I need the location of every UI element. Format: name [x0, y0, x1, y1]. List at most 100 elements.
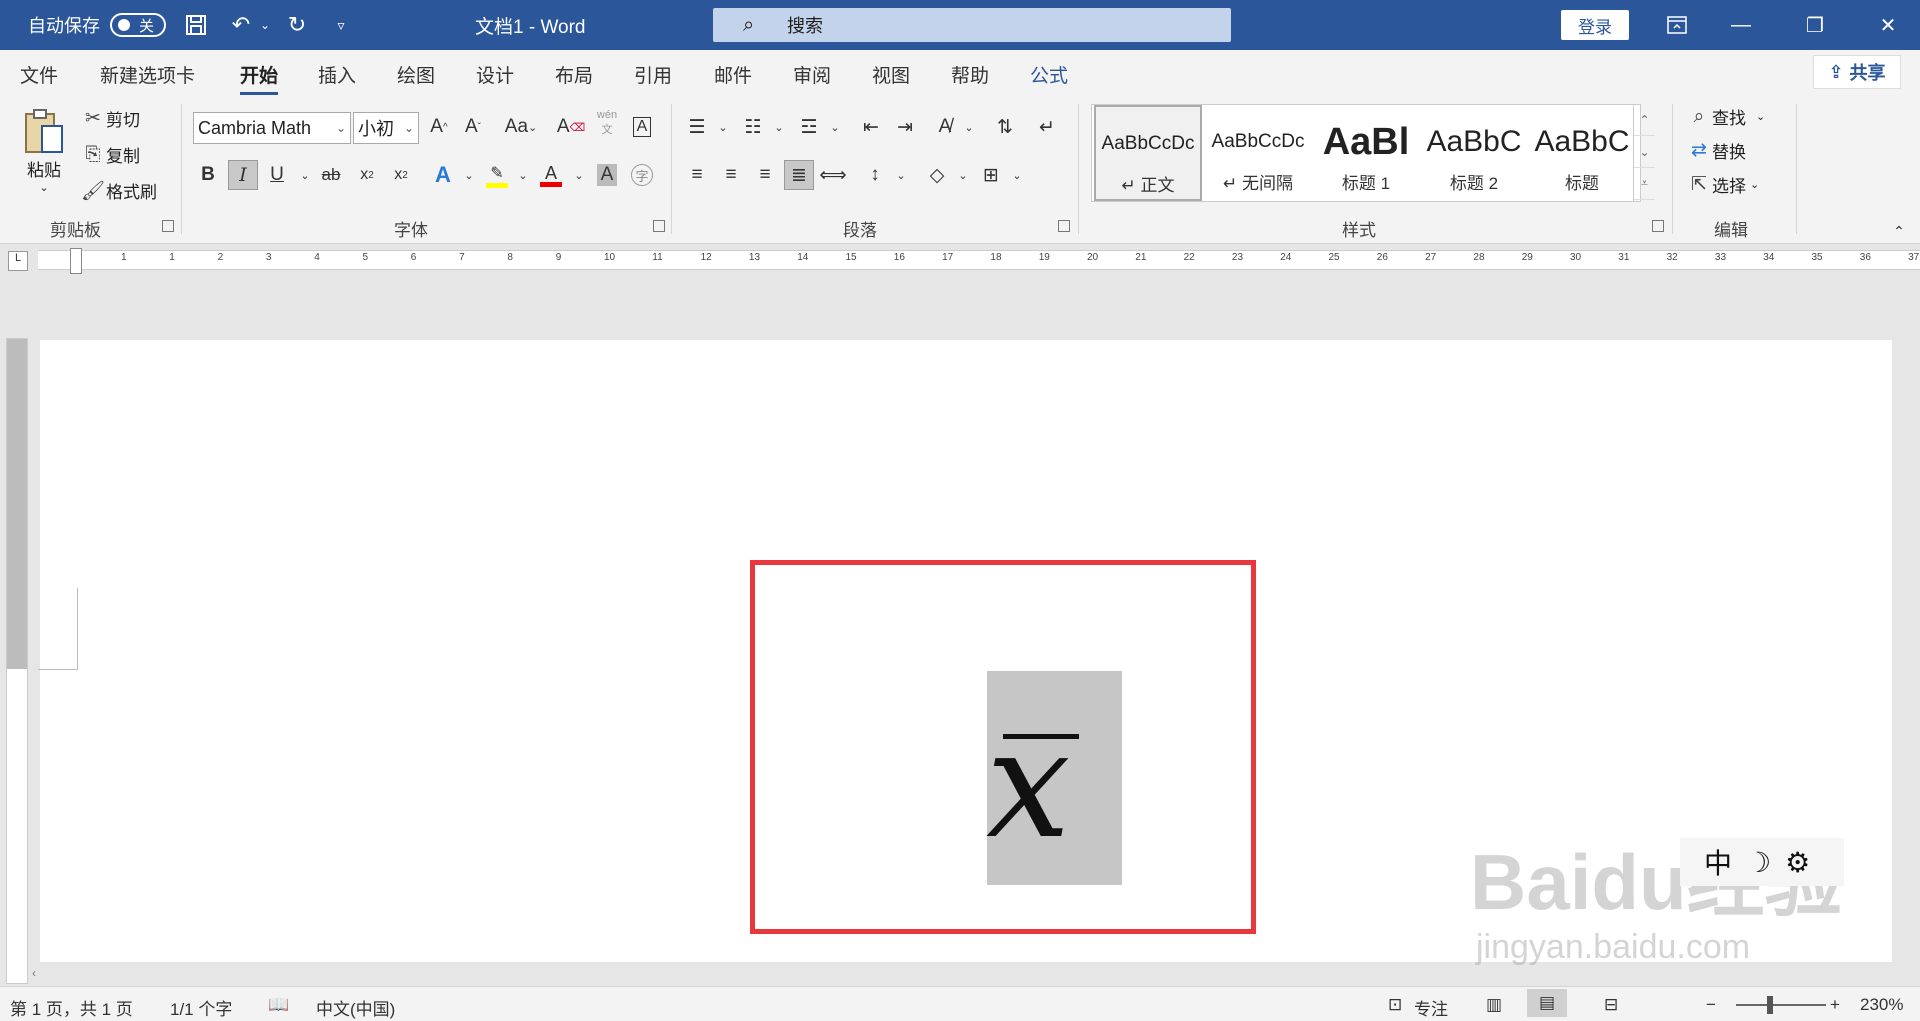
- tab-file[interactable]: 文件: [20, 61, 58, 88]
- tab-references[interactable]: 引用: [634, 61, 672, 88]
- tab-new-tab[interactable]: 新建选项卡: [100, 61, 195, 88]
- web-layout-icon[interactable]: ⊟: [1604, 995, 1618, 1015]
- multilevel-list-dropdown-icon[interactable]: ⌄: [820, 112, 850, 142]
- ribbon-display-options-icon[interactable]: [1647, 0, 1707, 50]
- sort-icon[interactable]: ⇅: [990, 112, 1020, 142]
- shading-dropdown-icon[interactable]: ⌄: [948, 160, 978, 190]
- character-shading-icon[interactable]: A: [592, 160, 622, 190]
- zoom-out-icon[interactable]: −: [1706, 995, 1716, 1015]
- focus-icon[interactable]: ⊡: [1388, 995, 1402, 1015]
- ime-mode[interactable]: 中: [1704, 842, 1732, 882]
- indent-marker-icon[interactable]: [70, 248, 82, 274]
- undo-dropdown-icon[interactable]: ⌄: [250, 10, 280, 40]
- format-painter-button[interactable]: 🖌 格式刷: [80, 178, 157, 203]
- italic-icon[interactable]: I: [228, 160, 258, 190]
- font-size-combo[interactable]: 小初 ⌄: [353, 112, 419, 144]
- search-input[interactable]: ⌕ 搜索: [713, 8, 1231, 42]
- save-icon[interactable]: [181, 10, 211, 40]
- autosave-toggle[interactable]: 关: [110, 13, 166, 37]
- distributed-icon[interactable]: ⟺: [818, 160, 848, 190]
- align-right-icon[interactable]: ≡: [750, 160, 780, 190]
- horizontal-scrollbar[interactable]: ‹: [28, 966, 1896, 984]
- chevron-up-icon[interactable]: ⌃: [1634, 104, 1655, 136]
- tab-design[interactable]: 设计: [476, 61, 514, 88]
- select-button[interactable]: ⇱ 选择 ⌄: [1686, 172, 1759, 197]
- word-count[interactable]: 1/1 个字: [170, 995, 232, 1020]
- style-heading-1[interactable]: AaBl 标题 1: [1312, 105, 1420, 201]
- style-normal[interactable]: AaBbCcDc ↵ 正文: [1094, 105, 1202, 201]
- font-color-icon[interactable]: A: [536, 160, 566, 190]
- numbering-dropdown-icon[interactable]: ⌄: [764, 112, 794, 142]
- language-indicator[interactable]: 中文(中国): [316, 995, 395, 1020]
- replace-button[interactable]: ⇄ 替换: [1686, 138, 1746, 163]
- tab-equation[interactable]: 公式: [1030, 61, 1068, 88]
- decrease-indent-icon[interactable]: ⇤: [856, 112, 886, 142]
- subscript-icon[interactable]: x2: [352, 160, 382, 190]
- bullets-dropdown-icon[interactable]: ⌄: [708, 112, 738, 142]
- style-no-spacing[interactable]: AaBbCcDc ↵ 无间隔: [1204, 105, 1312, 201]
- strikethrough-icon[interactable]: ab: [316, 160, 346, 190]
- close-icon[interactable]: ✕: [1858, 0, 1918, 50]
- align-center-icon[interactable]: ≡: [716, 160, 746, 190]
- focus-label[interactable]: 专注: [1414, 995, 1448, 1020]
- paste-button[interactable]: 粘贴 ⌄: [20, 106, 68, 194]
- minimize-icon[interactable]: —: [1711, 0, 1771, 50]
- tab-review[interactable]: 审阅: [793, 61, 831, 88]
- paragraph-launcher-icon[interactable]: [1058, 220, 1070, 232]
- tab-selector-icon[interactable]: L: [8, 251, 28, 271]
- grow-font-icon[interactable]: A ^: [424, 112, 454, 142]
- justify-icon[interactable]: ≣: [784, 160, 814, 190]
- read-mode-icon[interactable]: ▥: [1486, 995, 1502, 1015]
- underline-icon[interactable]: U: [262, 160, 292, 190]
- asian-layout-dropdown-icon[interactable]: ⌄: [954, 112, 984, 142]
- find-button[interactable]: ⌕ 查找 ⌄: [1686, 104, 1766, 129]
- zoom-slider-thumb[interactable]: [1767, 996, 1773, 1014]
- enclose-characters-icon[interactable]: 字: [627, 160, 657, 190]
- phonetic-guide-icon[interactable]: wén 文: [592, 108, 622, 138]
- gear-icon[interactable]: ⚙: [1785, 846, 1810, 879]
- tab-help[interactable]: 帮助: [951, 61, 989, 88]
- font-launcher-icon[interactable]: [653, 220, 665, 232]
- text-effects-dropdown-icon[interactable]: ⌄: [454, 160, 484, 190]
- zoom-slider[interactable]: [1736, 1004, 1826, 1006]
- restore-icon[interactable]: ❐: [1785, 0, 1845, 50]
- page-count[interactable]: 第 1 页，共 1 页: [10, 995, 133, 1020]
- change-case-icon[interactable]: Aa ⌄: [498, 112, 544, 142]
- clear-formatting-icon[interactable]: A ⌫: [556, 112, 586, 142]
- ruler-strip[interactable]: [38, 250, 1920, 270]
- copy-button[interactable]: ⎘ 复制: [80, 142, 140, 167]
- collapse-ribbon-icon[interactable]: ⌃: [1884, 216, 1914, 246]
- highlight-dropdown-icon[interactable]: ⌄: [508, 160, 538, 190]
- styles-launcher-icon[interactable]: [1652, 220, 1664, 232]
- font-name-combo[interactable]: Cambria Math ⌄: [193, 112, 351, 144]
- align-left-icon[interactable]: ≡: [682, 160, 712, 190]
- login-button[interactable]: 登录: [1561, 10, 1629, 40]
- zoom-in-icon[interactable]: +: [1830, 995, 1840, 1015]
- font-color-dropdown-icon[interactable]: ⌄: [564, 160, 594, 190]
- redo-icon[interactable]: ↻: [282, 10, 312, 40]
- share-button[interactable]: ⇪ 共享: [1813, 55, 1901, 89]
- cut-button[interactable]: ✂ 剪切: [80, 106, 140, 131]
- style-title[interactable]: AaBbC 标题: [1528, 105, 1636, 201]
- increase-indent-icon[interactable]: ⇥: [890, 112, 920, 142]
- moon-icon[interactable]: ☽: [1746, 846, 1771, 879]
- line-spacing-dropdown-icon[interactable]: ⌄: [886, 160, 916, 190]
- style-heading-2[interactable]: AaBbC 标题 2: [1420, 105, 1528, 201]
- zoom-level[interactable]: 230%: [1860, 995, 1903, 1015]
- superscript-icon[interactable]: x2: [386, 160, 416, 190]
- clipboard-launcher-icon[interactable]: [162, 220, 174, 232]
- borders-dropdown-icon[interactable]: ⌄: [1002, 160, 1032, 190]
- print-layout-icon[interactable]: ▤: [1527, 989, 1567, 1017]
- vertical-scrollbar[interactable]: [1896, 280, 1920, 984]
- chevron-down-icon[interactable]: ⌄: [1634, 136, 1655, 168]
- character-border-icon[interactable]: A: [627, 112, 657, 142]
- tab-home[interactable]: 开始: [240, 61, 279, 95]
- show-hide-marks-icon[interactable]: ↵: [1032, 112, 1062, 142]
- more-styles-icon[interactable]: ⩡: [1634, 168, 1655, 200]
- customize-qat-icon[interactable]: ▿: [326, 10, 356, 40]
- tab-view[interactable]: 视图: [872, 61, 910, 88]
- tab-draw[interactable]: 绘图: [397, 61, 435, 88]
- tab-mailings[interactable]: 邮件: [714, 61, 752, 88]
- tab-insert[interactable]: 插入: [318, 61, 356, 88]
- proofing-icon[interactable]: 📖: [268, 995, 289, 1015]
